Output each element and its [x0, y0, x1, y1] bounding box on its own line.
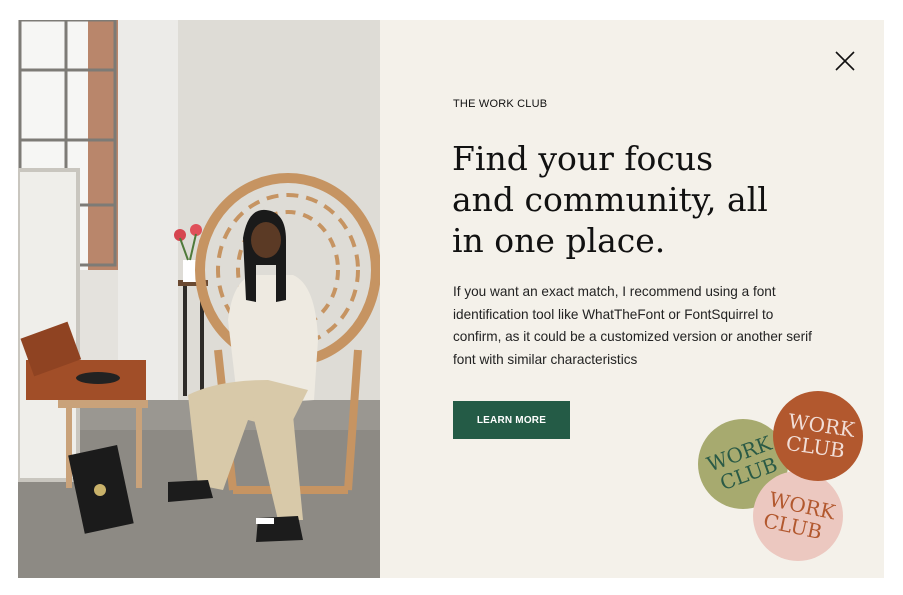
eyebrow-label: THE WORK CLUB	[453, 98, 548, 110]
modal-content: THE WORK CLUB Find your focus and commun…	[380, 20, 884, 578]
work-club-stickers: WORK CLUB WORK CLUB WORK CLUB	[695, 390, 865, 565]
close-icon[interactable]	[835, 51, 855, 71]
hero-photo-illustration	[18, 20, 380, 578]
promo-modal: THE WORK CLUB Find your focus and commun…	[18, 20, 884, 578]
headline-line: and community, all	[452, 180, 768, 219]
sticker-orange: WORK CLUB	[773, 391, 863, 481]
headline-line: in one place.	[452, 221, 666, 260]
close-button[interactable]	[835, 51, 855, 71]
sticker-pink: WORK CLUB	[753, 471, 843, 561]
hero-photo	[18, 20, 380, 578]
headline: Find your focus and community, all in on…	[452, 138, 812, 261]
headline-line: Find your focus	[452, 139, 714, 178]
stickers-graphic: WORK CLUB WORK CLUB WORK CLUB	[698, 391, 863, 561]
learn-more-button[interactable]: LEARN MORE	[453, 401, 570, 439]
body-text: If you want an exact match, I recommend …	[453, 284, 812, 367]
